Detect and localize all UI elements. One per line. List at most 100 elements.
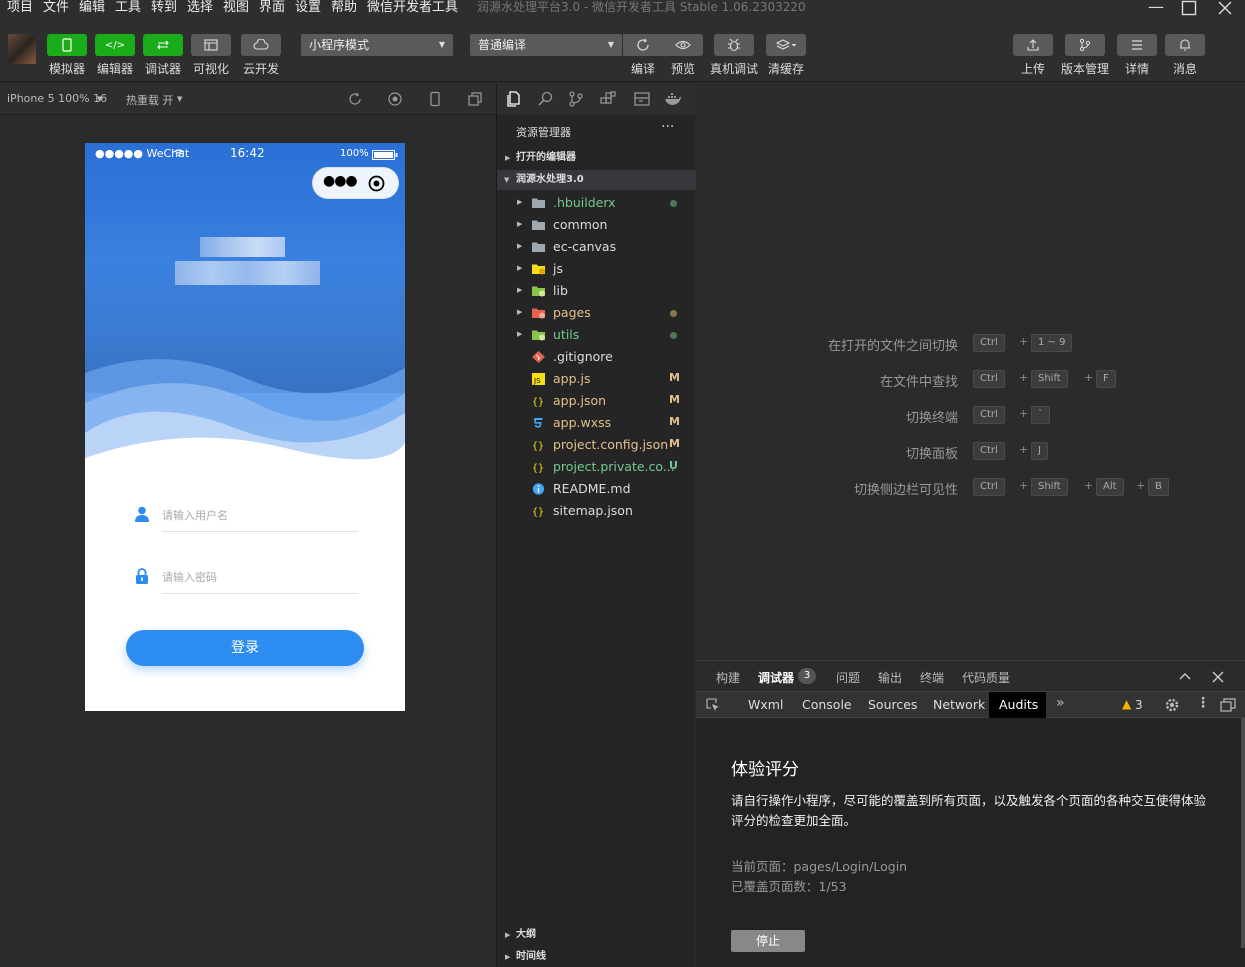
gear-icon[interactable] — [1164, 697, 1180, 713]
version-button[interactable] — [1065, 34, 1105, 56]
more-icon[interactable]: ··· — [661, 119, 674, 135]
login-button[interactable]: 登录 — [126, 630, 364, 666]
file-row[interactable]: ▶ js — [497, 258, 696, 280]
menu-select[interactable]: 选择 — [187, 0, 213, 16]
file-row[interactable]: ▶ ec-canvas — [497, 236, 696, 258]
menu-help[interactable]: 帮助 — [331, 0, 357, 16]
debugger-count-badge: 3 — [798, 668, 816, 684]
tab-code-quality[interactable]: 代码质量 — [962, 669, 1010, 686]
file-row[interactable]: {} sitemap.json — [497, 500, 696, 522]
file-row[interactable]: {} app.json M — [497, 390, 696, 412]
scrollbar[interactable] — [1241, 718, 1245, 948]
tab-audits[interactable]: Audits — [989, 692, 1046, 718]
file-row[interactable]: .gitignore — [497, 346, 696, 368]
menu-bar: 项目 文件 编辑 工具 转到 选择 视图 界面 设置 帮助 微信开发者工具 润源… — [0, 0, 1245, 20]
more-vertical-icon[interactable]: ⋮ — [1196, 695, 1210, 711]
editor-button[interactable]: </> — [95, 34, 135, 56]
menu-project[interactable]: 项目 — [7, 0, 33, 16]
device-select[interactable]: iPhone 5 100% 16 — [7, 92, 107, 105]
menu-settings[interactable]: 设置 — [295, 0, 321, 16]
close-icon[interactable] — [1217, 0, 1237, 16]
tab-terminal[interactable]: 终端 — [920, 669, 944, 686]
tab-build[interactable]: 构建 — [716, 669, 740, 686]
menu-interface[interactable]: 界面 — [259, 0, 285, 16]
rotate-icon[interactable] — [347, 91, 363, 107]
tab-network[interactable]: Network — [923, 692, 995, 718]
battery-percent: 100% — [340, 148, 369, 159]
chevron-right-icon: ▶ — [517, 264, 523, 272]
stop-button[interactable]: 停止 — [731, 930, 805, 952]
shortcut-row: 切换面板 Ctrl + J — [696, 441, 1245, 462]
menu-file[interactable]: 文件 — [43, 0, 69, 16]
extensions-icon[interactable] — [599, 90, 617, 108]
compile-select[interactable]: 普通编译 ▼ — [470, 34, 622, 56]
status-time: 16:42 — [230, 146, 265, 160]
tab-sources[interactable]: Sources — [858, 692, 927, 718]
timeline-section[interactable]: ▶ 时间线 — [497, 947, 696, 967]
maximize-icon[interactable] — [1181, 0, 1201, 16]
minimize-icon[interactable]: — — [1146, 0, 1166, 16]
file-row[interactable]: app.wxss M — [497, 412, 696, 434]
cloud-button[interactable] — [241, 34, 281, 56]
phone-icon[interactable] — [427, 91, 443, 107]
file-row[interactable]: ▶ .hbuilderx — [497, 192, 696, 214]
menu-view[interactable]: 视图 — [223, 0, 249, 16]
docker-icon[interactable] — [664, 90, 682, 108]
key-cap: Ctrl — [973, 478, 1005, 496]
menu-tools[interactable]: 工具 — [115, 0, 141, 16]
dock-icon[interactable] — [1220, 698, 1236, 712]
detach-window-icon[interactable] — [467, 91, 483, 107]
preview-button[interactable] — [663, 34, 703, 56]
more-icon[interactable]: ●●● — [323, 173, 358, 189]
menu-goto[interactable]: 转到 — [151, 0, 177, 16]
file-row[interactable]: JS app.js M — [497, 368, 696, 390]
tab-wxml[interactable]: Wxml — [738, 692, 793, 718]
username-field[interactable]: 请输入用户名 — [133, 496, 358, 532]
debugger-button[interactable] — [143, 34, 183, 56]
close-panel-icon[interactable] — [1212, 671, 1224, 683]
details-button[interactable] — [1117, 34, 1157, 56]
files-icon[interactable] — [505, 90, 523, 108]
file-row[interactable]: {} project.private.co... U — [497, 456, 696, 478]
tab-problems[interactable]: 问题 — [836, 669, 860, 686]
warning-count[interactable]: 3 — [1135, 698, 1143, 712]
upload-button[interactable] — [1013, 34, 1053, 56]
close-miniprogram-icon[interactable] — [368, 175, 385, 192]
menu-edit[interactable]: 编辑 — [79, 0, 105, 16]
avatar[interactable] — [8, 34, 36, 64]
simulator-button[interactable] — [47, 34, 87, 56]
json-icon: {} — [532, 439, 545, 451]
password-field[interactable]: 请输入密码 — [133, 558, 358, 594]
file-row[interactable]: ▶ pages — [497, 302, 696, 324]
tab-console[interactable]: Console — [792, 692, 862, 718]
mode-select[interactable]: 小程序模式 ▼ — [301, 34, 453, 56]
inspect-icon[interactable] — [706, 698, 720, 712]
chevron-right-icon: ▶ — [517, 330, 523, 338]
record-icon[interactable] — [387, 91, 403, 107]
search-icon[interactable] — [537, 90, 555, 108]
messages-button[interactable] — [1165, 34, 1205, 56]
plus-sign: + — [1084, 479, 1094, 492]
outline-section[interactable]: ▶ 大纲 — [497, 925, 696, 945]
hot-reload-toggle[interactable]: 热重载 开 — [126, 92, 174, 108]
tab-debugger[interactable]: 调试器 — [758, 669, 794, 686]
chevron-double-right-icon[interactable]: » — [1056, 695, 1065, 711]
open-editors-section[interactable]: ▶ 打开的编辑器 — [497, 148, 696, 168]
source-control-icon[interactable] — [567, 90, 585, 108]
file-row[interactable]: ▶ utils — [497, 324, 696, 346]
clear-cache-button[interactable] — [766, 34, 806, 56]
file-row[interactable]: {} project.config.json M — [497, 434, 696, 456]
visual-button[interactable] — [191, 34, 231, 56]
tab-output[interactable]: 输出 — [878, 669, 902, 686]
compile-button[interactable] — [623, 34, 663, 56]
file-row[interactable]: ▶ lib — [497, 280, 696, 302]
file-name: README.md — [553, 481, 631, 496]
file-row[interactable]: ▶ common — [497, 214, 696, 236]
remote-debug-button[interactable] — [714, 34, 754, 56]
storage-icon[interactable] — [633, 90, 651, 108]
chevron-up-icon[interactable] — [1179, 671, 1191, 681]
svg-text:{}: {} — [532, 441, 544, 451]
file-row[interactable]: README.md — [497, 478, 696, 500]
menu-wechat-devtools[interactable]: 微信开发者工具 — [367, 0, 458, 16]
project-section[interactable]: ▼ 润源水处理3.0 — [497, 170, 696, 190]
